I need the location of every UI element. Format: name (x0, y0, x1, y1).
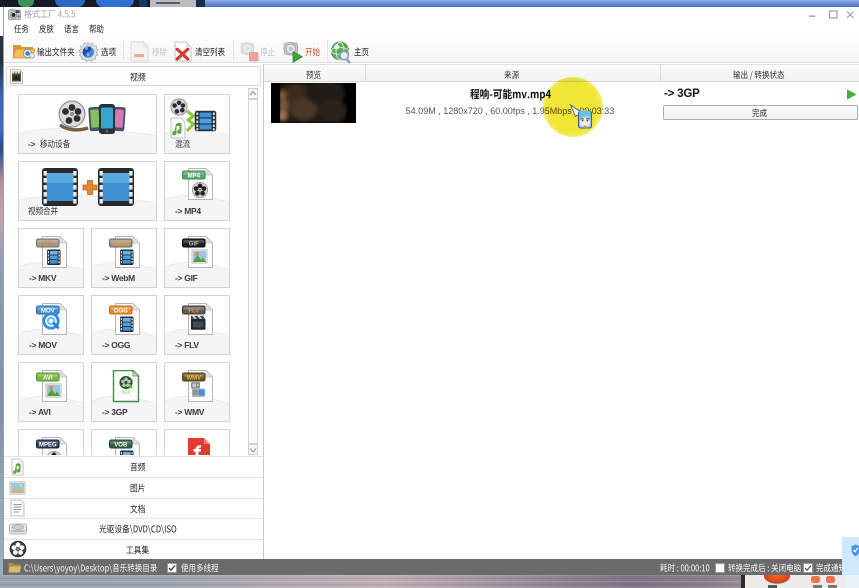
svg-text:webm: webm (111, 242, 129, 248)
svg-text:VOB: VOB (114, 443, 128, 449)
svg-text:MPEG: MPEG (39, 443, 57, 449)
svg-text:MKV: MKV (41, 242, 54, 248)
svg-text:3GP: 3GP (121, 390, 130, 395)
svg-text:FLV: FLV (188, 309, 199, 315)
svg-text:GIF: GIF (189, 242, 199, 248)
svg-text:MP4: MP4 (188, 174, 201, 180)
svg-text:OGG: OGG (114, 309, 128, 315)
svg-text:AVI: AVI (43, 376, 53, 382)
svg-text:WMV: WMV (186, 376, 201, 382)
